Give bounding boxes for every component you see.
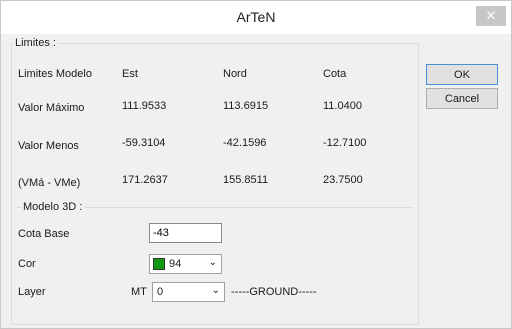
layer-prefix: MT — [131, 286, 147, 298]
chevron-down-icon: ⌄ — [211, 285, 220, 296]
close-button[interactable]: ✕ — [476, 6, 506, 26]
cancel-button[interactable]: Cancel — [426, 88, 498, 109]
color-swatch — [153, 258, 165, 270]
row-label-valor-menos: Valor Menos — [18, 140, 79, 152]
valor-maximo-cota: 11.0400 — [323, 100, 362, 112]
valor-menos-nord: -42.1596 — [223, 137, 267, 149]
chevron-down-icon: ⌄ — [208, 257, 217, 268]
col-header-nord: Nord — [223, 68, 247, 80]
row-label-diferenca: (VMá - VMe) — [18, 177, 81, 189]
valor-menos-cota: -12.7100 — [323, 137, 367, 149]
valor-menos-est: -59.3104 — [122, 137, 166, 149]
layer-value: 0 — [157, 286, 164, 298]
layer-select[interactable]: 0 ⌄ — [152, 282, 225, 302]
limites-modelo-label: Limites Modelo — [18, 68, 92, 80]
cota-base-label: Cota Base — [18, 228, 70, 240]
layer-name: -----GROUND----- — [231, 286, 317, 298]
modelo-3d-group-label: Modelo 3D : — [21, 201, 85, 213]
diferenca-nord: 155.8511 — [223, 174, 269, 186]
row-label-valor-maximo: Valor Máximo — [18, 102, 85, 114]
col-header-cota: Cota — [323, 68, 347, 80]
dialog-window: ArTeN ✕ Limites : Limites Modelo Est Nor… — [0, 0, 512, 329]
valor-maximo-est: 111.9533 — [122, 100, 167, 112]
layer-label: Layer — [18, 286, 46, 298]
window-title: ArTeN — [236, 9, 276, 25]
title-bar: ArTeN ✕ — [1, 1, 511, 34]
close-icon: ✕ — [485, 8, 497, 23]
col-header-est: Est — [122, 68, 138, 80]
diferenca-est: 171.2637 — [122, 174, 168, 186]
cor-label: Cor — [18, 258, 36, 270]
cor-value: 94 — [169, 258, 182, 270]
diferenca-cota: 23.7500 — [323, 174, 363, 186]
ok-button[interactable]: OK — [426, 64, 498, 85]
cor-select[interactable]: 94 ⌄ — [149, 254, 222, 274]
dialog-body: Limites : Limites Modelo Est Nord Cota V… — [9, 35, 503, 325]
limites-group-label: Limites : — [13, 37, 58, 49]
valor-maximo-nord: 113.6915 — [223, 100, 269, 112]
cota-base-input[interactable] — [149, 223, 222, 243]
